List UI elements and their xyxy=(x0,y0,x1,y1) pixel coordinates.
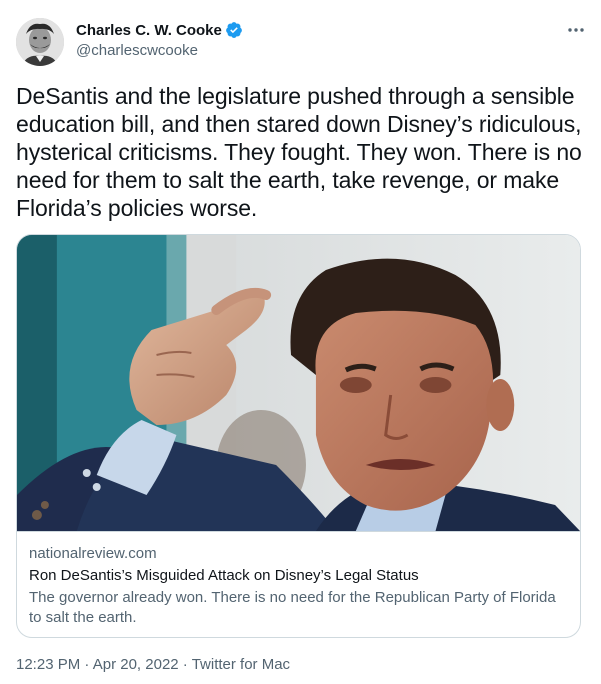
tweet-source[interactable]: Twitter for Mac xyxy=(192,656,290,673)
tweet-text: DeSantis and the legislature pushed thro… xyxy=(16,83,582,221)
card-title: Ron DeSantis’s Misguided Attack on Disne… xyxy=(29,567,419,584)
meta-separator: · xyxy=(178,656,192,673)
tweet-meta: 12:23 PM · Apr 20, 2022 · Twitter for Ma… xyxy=(16,656,290,673)
handle[interactable]: @charlescwcooke xyxy=(76,42,243,59)
author-block: Charles C. W. Cooke @charlescwcooke xyxy=(76,20,243,59)
more-button[interactable] xyxy=(565,22,587,38)
card-meta: nationalreview.com Ron DeSantis’s Misgui… xyxy=(17,532,580,628)
link-card[interactable]: nationalreview.com Ron DeSantis’s Misgui… xyxy=(16,234,581,638)
tweet: Charles C. W. Cooke @charlescwcooke DeSa… xyxy=(0,0,601,684)
card-image xyxy=(17,235,580,532)
meta-separator: · xyxy=(80,656,93,673)
avatar[interactable] xyxy=(16,18,64,66)
tweet-time[interactable]: 12:23 PM xyxy=(16,656,80,673)
avatar-portrait-icon xyxy=(16,18,64,66)
more-horizontal-icon xyxy=(568,28,584,32)
display-name-row: Charles C. W. Cooke xyxy=(76,20,243,40)
verified-badge-icon xyxy=(225,21,243,39)
card-description: The governor already won. There is no ne… xyxy=(29,589,556,626)
card-domain: nationalreview.com xyxy=(29,545,157,562)
tweet-date[interactable]: Apr 20, 2022 xyxy=(93,656,179,673)
display-name[interactable]: Charles C. W. Cooke xyxy=(76,22,222,39)
